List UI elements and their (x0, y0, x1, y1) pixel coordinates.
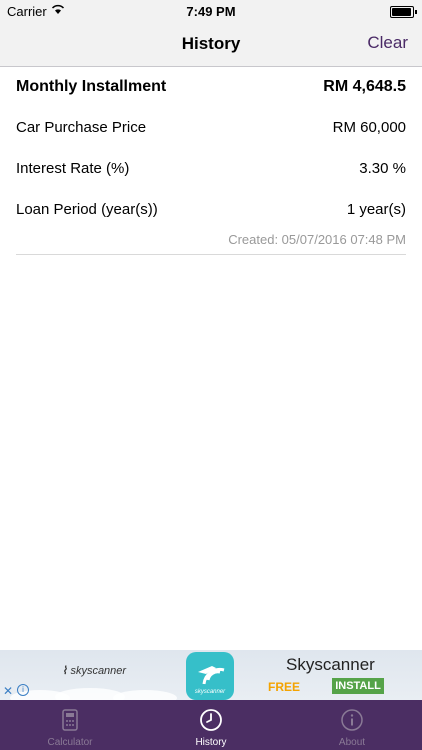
app-icon-label: skyscanner (194, 689, 226, 695)
created-timestamp: Created: 05/07/2016 07:48 PM (228, 232, 406, 247)
interest-rate-value: 3.30 % (359, 160, 406, 177)
loan-period-row: Loan Period (year(s)) 1 year(s) (16, 197, 406, 221)
interest-rate-row: Interest Rate (%) 3.30 % (16, 156, 406, 180)
clock-icon (200, 709, 222, 731)
battery-icon (390, 6, 417, 18)
tab-about[interactable]: About (282, 700, 422, 750)
skyscanner-logo-text: skyscanner (70, 665, 127, 677)
loan-period-value: 1 year(s) (346, 201, 406, 218)
status-bar: Carrier 7:49 PM (0, 0, 422, 22)
install-button[interactable]: INSTALL (332, 678, 384, 694)
ad-app-name: Skyscanner (286, 655, 375, 674)
tab-about-label: About (338, 737, 366, 748)
loan-period-label: Loan Period (year(s)) (16, 201, 158, 218)
tab-calculator-label: Calculator (47, 737, 93, 748)
page-title: History (181, 34, 241, 53)
skyscanner-app-icon[interactable]: skyscanner (186, 652, 234, 700)
tab-bar: Calculator History About (0, 700, 422, 750)
tab-calculator[interactable]: Calculator (0, 700, 140, 750)
car-price-row: Car Purchase Price RM 60,000 (16, 115, 406, 139)
status-time: 7:49 PM (186, 4, 236, 19)
history-entry[interactable]: Monthly Installment RM 4,648.5 Car Purch… (16, 66, 406, 255)
ad-price: FREE (268, 680, 301, 694)
monthly-installment-row: Monthly Installment RM 4,648.5 (16, 74, 406, 98)
calculator-icon (62, 709, 78, 731)
monthly-installment-value: RM 4,648.5 (323, 78, 406, 95)
car-price-label: Car Purchase Price (16, 119, 147, 136)
info-icon (341, 709, 363, 731)
navigation-bar: History Clear (0, 22, 422, 67)
close-icon[interactable]: ✕ (3, 684, 13, 698)
interest-rate-label: Interest Rate (%) (16, 160, 130, 177)
car-price-value: RM 60,000 (332, 119, 406, 136)
info-icon[interactable]: i (17, 684, 29, 696)
clear-button[interactable]: Clear (367, 33, 408, 53)
tab-history-label: History (195, 737, 227, 748)
clouds-graphic (10, 688, 177, 700)
tab-history[interactable]: History (141, 700, 281, 750)
monthly-installment-label: Monthly Installment (16, 78, 167, 95)
ad-banner[interactable]: ⌇ skyscanner skyscanner Skyscanner FREE … (0, 650, 422, 700)
skyscanner-mark-icon: ⌇ (62, 665, 68, 677)
skyscanner-logo: ⌇ skyscanner (62, 664, 126, 677)
